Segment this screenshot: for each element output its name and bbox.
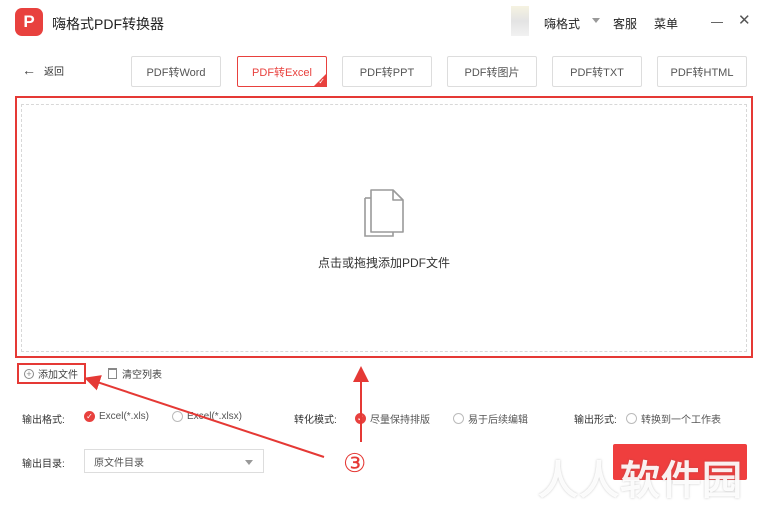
menu-button[interactable]: 菜单: [654, 15, 678, 32]
back-label: 返回: [44, 66, 64, 78]
radio-mode-easy-edit[interactable]: 易于后续编辑: [453, 411, 528, 426]
step-number-annotation: ③: [343, 449, 367, 479]
service-button[interactable]: 客服: [613, 15, 637, 32]
radio-empty-icon: [453, 413, 464, 424]
radio-form-single-sheet[interactable]: 转换到一个工作表: [626, 411, 721, 426]
tab-pdf-to-html[interactable]: PDF转HTML: [657, 56, 747, 87]
radio-label: Excel(*.xls): [99, 411, 150, 422]
minimize-icon[interactable]: [711, 22, 723, 23]
tab-pdf-to-excel[interactable]: PDF转Excel ✓: [237, 56, 327, 87]
check-icon: ✓: [84, 411, 95, 422]
output-dir-select[interactable]: 原文件目录: [84, 449, 264, 473]
tab-label: PDF转PPT: [359, 66, 415, 79]
check-icon: ✓: [318, 77, 325, 86]
app-window: P 嗨格式PDF转换器 嗨格式 客服 菜单 ✕ ← 返回 PDF转Word PD…: [0, 0, 768, 509]
radio-empty-icon: [626, 413, 637, 424]
clear-list-button[interactable]: 清空列表: [108, 366, 162, 381]
radio-format-xlsx[interactable]: Excel(*.xlsx): [172, 411, 242, 422]
tab-pdf-to-txt[interactable]: PDF转TXT: [552, 56, 642, 87]
radio-empty-icon: [172, 411, 183, 422]
tab-pdf-to-ppt[interactable]: PDF转PPT: [342, 56, 432, 87]
avatar[interactable]: [511, 6, 529, 36]
add-file-button[interactable]: + 添加文件: [17, 363, 86, 384]
output-dir-label: 输出目录:: [22, 459, 65, 470]
tab-label: PDF转TXT: [570, 66, 624, 79]
tab-pdf-to-word[interactable]: PDF转Word: [131, 56, 221, 87]
close-icon[interactable]: ✕: [738, 13, 751, 28]
clear-list-label: 清空列表: [122, 370, 162, 381]
arrow-left-icon: ←: [22, 62, 36, 78]
title-bar: P 嗨格式PDF转换器 嗨格式 客服 菜单 ✕: [0, 0, 768, 46]
output-format-label: 输出格式:: [22, 415, 65, 426]
chevron-down-icon: [245, 460, 253, 465]
radio-label: 转换到一个工作表: [641, 415, 721, 426]
radio-label: Excel(*.xlsx): [187, 411, 243, 422]
output-form-label: 输出形式:: [574, 415, 617, 426]
tab-label: PDF转Excel: [252, 66, 312, 79]
radio-label: 尽量保持排版: [370, 415, 430, 426]
app-title: 嗨格式PDF转换器: [52, 16, 164, 32]
back-button[interactable]: ← 返回: [22, 62, 64, 78]
output-dir-value: 原文件目录: [94, 457, 144, 469]
radio-mode-keep-layout[interactable]: ✓ 尽量保持排版: [355, 411, 430, 426]
app-logo-icon: P: [15, 8, 43, 36]
watermark: 人人软件园: [538, 458, 743, 504]
tab-label: PDF转图片: [464, 66, 520, 79]
radio-label: 易于后续编辑: [468, 415, 528, 426]
chevron-down-icon[interactable]: [592, 18, 600, 23]
plus-circle-icon: +: [24, 368, 34, 379]
radio-format-xls[interactable]: ✓ Excel(*.xls): [84, 411, 149, 422]
conversion-mode-label: 转化模式:: [294, 415, 337, 426]
file-stack-icon: [364, 189, 404, 237]
trash-icon: [108, 368, 117, 379]
tab-label: PDF转HTML: [670, 66, 734, 79]
add-file-label: 添加文件: [38, 370, 78, 381]
tab-pdf-to-image[interactable]: PDF转图片: [447, 56, 537, 87]
drop-zone-prompt[interactable]: 点击或拖拽添加PDF文件: [0, 254, 768, 271]
username[interactable]: 嗨格式: [544, 15, 580, 32]
check-icon: ✓: [355, 413, 366, 424]
tab-label: PDF转Word: [146, 66, 206, 79]
